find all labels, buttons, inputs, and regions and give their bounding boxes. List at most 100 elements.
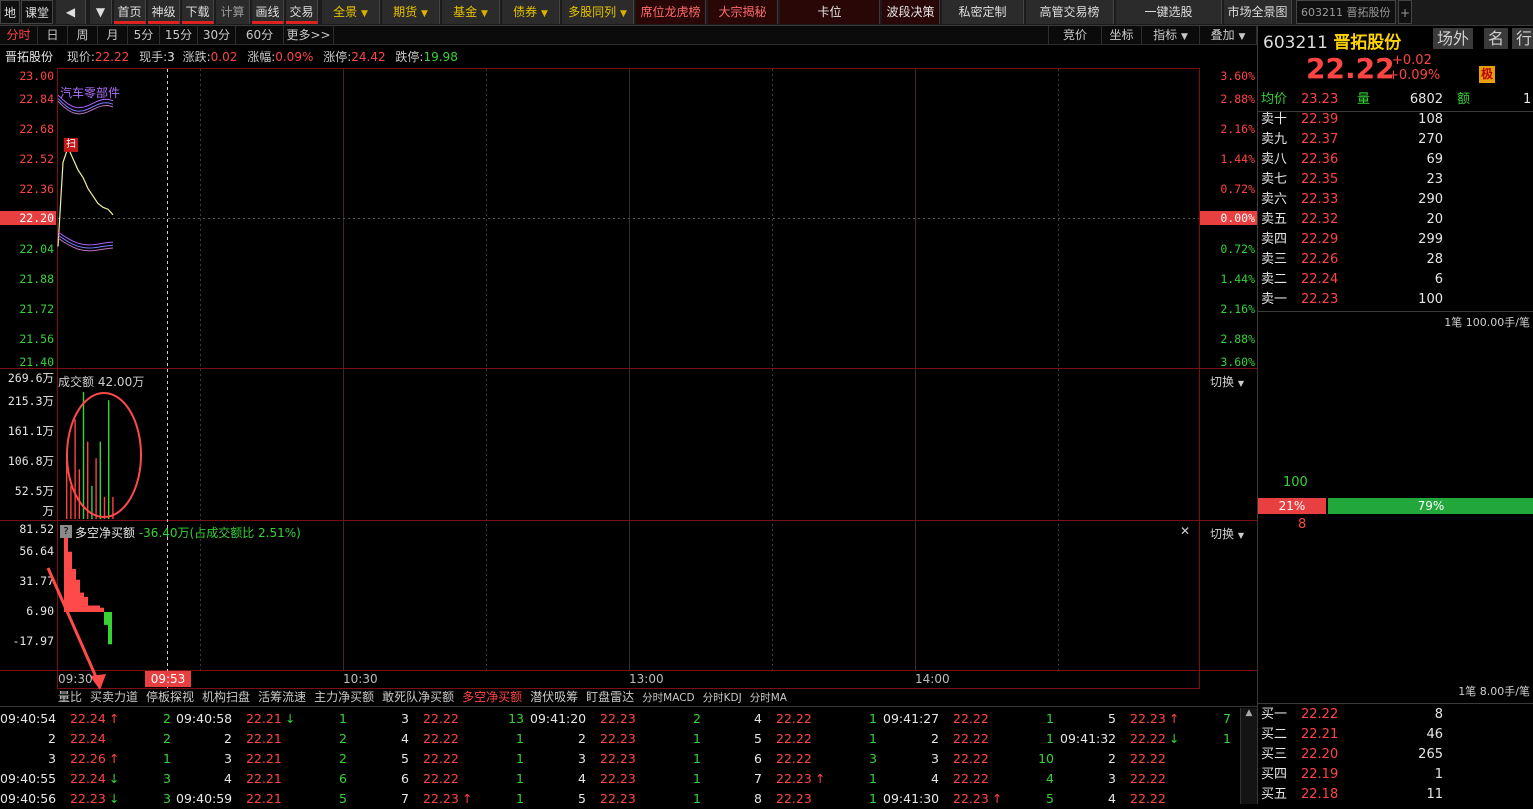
ask-volume: 69 — [1426, 152, 1443, 167]
tab-chip-flow[interactable]: 活筹流速 — [258, 688, 306, 706]
net-switch-button[interactable]: 切换 ▼ — [1210, 525, 1244, 542]
trade-time: 09:41:30 — [883, 791, 940, 806]
trade-volume: 4 — [1046, 771, 1054, 786]
tab-volume-ratio[interactable]: 量比 — [58, 688, 82, 706]
trade-direction-icon: ↑ — [109, 711, 120, 726]
trade-price: 22.22 — [776, 731, 812, 746]
trade-direction-icon: ↓ — [109, 791, 120, 806]
trade-time: 6 — [401, 771, 409, 786]
ask-volume: 23 — [1426, 172, 1443, 187]
trade-time: 4 — [401, 731, 409, 746]
trade-direction-icon — [285, 769, 297, 789]
trade-time: 2 — [48, 731, 56, 746]
help-icon[interactable]: ? — [60, 525, 72, 538]
trade-time: 4 — [578, 771, 586, 786]
volume-bars — [66, 391, 114, 519]
trade-price: 22.21 — [246, 731, 282, 746]
trade-volume: 1 — [516, 771, 524, 786]
trade-price: 22.26 — [70, 751, 106, 766]
trade-time: 2 — [224, 731, 232, 746]
trade-time: 09:40:58 — [176, 711, 233, 726]
trade-price: 22.22 — [776, 751, 812, 766]
trade-volume — [1185, 769, 1231, 789]
bid-level-label: 买三 — [1261, 747, 1288, 762]
trade-price: 22.22 — [423, 751, 459, 766]
trade-scrollbar[interactable]: ▲ — [1240, 708, 1257, 804]
ratio-bar-buy: 21% — [1258, 498, 1326, 514]
bid-row[interactable]: 买二 22.21 46 — [1261, 725, 1533, 745]
ask-level-label: 卖五 — [1261, 212, 1288, 227]
tab-buy-sell-force[interactable]: 买卖力道 — [90, 688, 138, 706]
bid-row[interactable]: 买三 22.20 265 — [1261, 745, 1533, 765]
panel-badge[interactable]: 极 — [1479, 66, 1495, 83]
panel-tab-rank[interactable]: 名 — [1484, 28, 1509, 49]
ask-row[interactable]: 卖一 22.23 100 — [1261, 290, 1533, 310]
tab-limit-probe[interactable]: 停板探视 — [146, 688, 194, 706]
trade-time: 7 — [754, 771, 762, 786]
tab-latent-accumulation[interactable]: 潜伏吸筹 — [530, 688, 578, 706]
ask-volume: 299 — [1418, 232, 1443, 247]
ask-row[interactable]: 卖九 22.37 270 — [1261, 130, 1533, 150]
volume-bar — [70, 485, 72, 519]
trade-volume: 1 — [1223, 731, 1231, 746]
tab-dare-net-buy[interactable]: 敢死队净买额 — [382, 688, 454, 706]
trade-volume: 10 — [1038, 751, 1054, 766]
tab-watch-radar[interactable]: 盯盘雷达 — [586, 688, 634, 706]
tab-main-net-buy[interactable]: 主力净买额 — [314, 688, 374, 706]
tab-macd[interactable]: 分时MACD — [642, 689, 694, 707]
net-bar — [104, 612, 108, 625]
trade-direction-icon: ↓ — [1169, 731, 1180, 746]
ask-row[interactable]: 卖十 22.39 108 — [1261, 110, 1533, 130]
ask-level-label: 卖一 — [1261, 292, 1288, 307]
panel-tab-industry[interactable]: 行 — [1512, 28, 1533, 49]
ask-row[interactable]: 卖五 22.32 20 — [1261, 210, 1533, 230]
trade-direction-icon: ↑ — [815, 771, 826, 786]
trade-direction-icon — [1169, 769, 1181, 789]
trade-volume: 7 — [1223, 711, 1231, 726]
trade-direction-icon — [992, 709, 1004, 729]
trade-volume: 3 — [163, 791, 171, 806]
ask-row[interactable]: 卖六 22.33 290 — [1261, 190, 1533, 210]
stock-tab[interactable]: 603211 晋拓股份 — [1296, 0, 1396, 24]
trade-volume — [1185, 749, 1231, 769]
ask-price: 22.32 — [1301, 212, 1339, 227]
bid-price: 22.19 — [1301, 767, 1339, 782]
panel-pct: +0.09% — [1388, 68, 1441, 83]
trade-direction-icon — [462, 709, 474, 729]
net-title: 多空净买额 -36.40万(占成交额比 2.51%) — [75, 526, 301, 540]
bid-volume: 1 — [1434, 767, 1443, 782]
tab-ma[interactable]: 分时MA — [750, 689, 787, 707]
trade-time: 2 — [931, 731, 939, 746]
trade-price: 22.22 — [776, 711, 812, 726]
tab-long-short-net[interactable]: 多空净买额 — [462, 688, 522, 706]
bid-row[interactable]: 买五 22.18 11 — [1261, 785, 1533, 805]
time-label: 13:00 — [629, 672, 664, 686]
add-tab-button[interactable]: + — [1398, 0, 1412, 24]
bid-row[interactable]: 买四 22.19 1 — [1261, 765, 1533, 785]
ask-row[interactable]: 卖二 22.24 6 — [1261, 270, 1533, 290]
tab-institution-scan[interactable]: 机构扫盘 — [202, 688, 250, 706]
trade-price: 22.23 — [423, 791, 459, 806]
trade-direction-icon — [992, 749, 1004, 769]
bid-volume: 265 — [1418, 747, 1443, 762]
volume-bar — [78, 469, 80, 519]
ask-row[interactable]: 卖七 22.35 23 — [1261, 170, 1533, 190]
intraday-chart[interactable] — [0, 0, 1257, 690]
trade-volume: 2 — [163, 731, 171, 746]
net-bar — [64, 536, 68, 612]
close-icon[interactable]: ✕ — [1180, 524, 1190, 538]
trade-volume: 1 — [516, 751, 524, 766]
scan-marker[interactable]: 扫 — [64, 138, 78, 152]
panel-tab-otc[interactable]: 场外 — [1433, 28, 1474, 49]
ask-row[interactable]: 卖四 22.29 299 — [1261, 230, 1533, 250]
scroll-up-icon[interactable]: ▲ — [1241, 708, 1257, 718]
trade-direction-icon — [815, 749, 827, 769]
ask-row[interactable]: 卖八 22.36 69 — [1261, 150, 1533, 170]
trade-direction-icon — [285, 749, 297, 769]
ask-price: 22.39 — [1301, 112, 1339, 127]
tab-kdj[interactable]: 分时KDJ — [703, 689, 742, 707]
volume-switch-button[interactable]: 切换 ▼ — [1210, 373, 1244, 390]
trade-price: 22.22 — [953, 731, 989, 746]
ask-row[interactable]: 卖三 22.26 28 — [1261, 250, 1533, 270]
bid-row[interactable]: 买一 22.22 8 — [1261, 705, 1533, 725]
